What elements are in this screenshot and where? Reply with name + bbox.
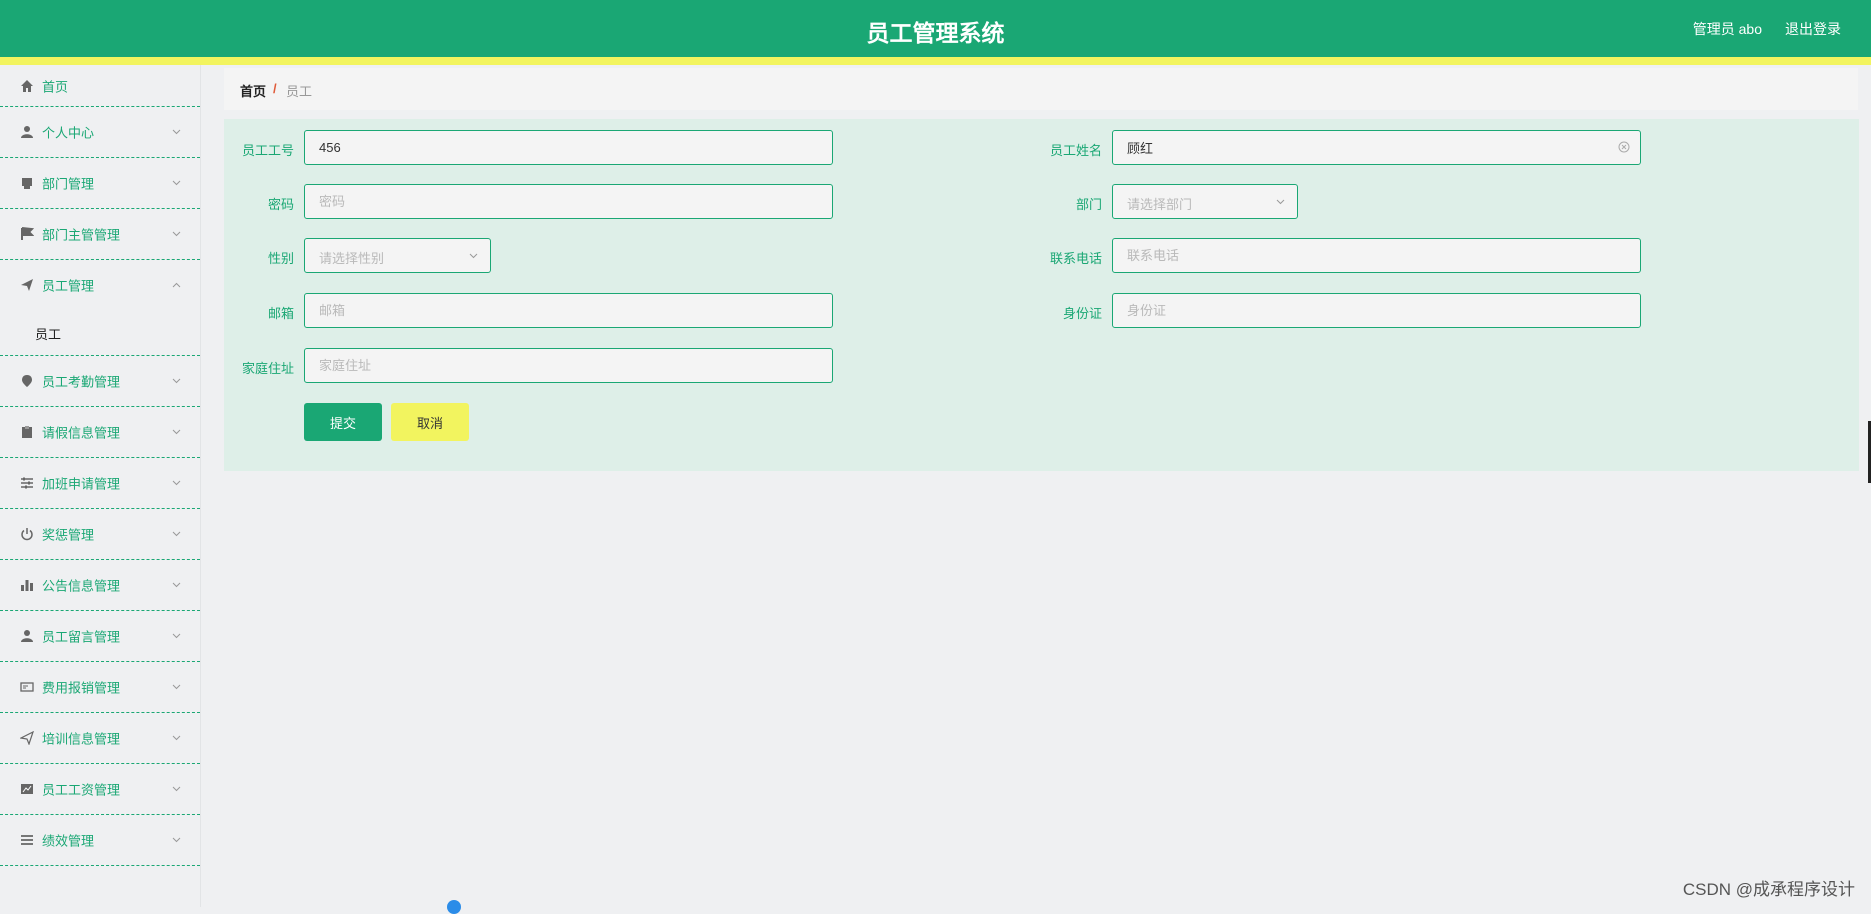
- emp-no-label: 员工工号: [241, 143, 294, 158]
- sidebar-item-rewards[interactable]: 奖惩管理: [0, 509, 200, 560]
- sidebar-item-label: 培训信息管理: [42, 731, 121, 747]
- location-icon: [22, 375, 32, 387]
- sliders-icon: [21, 477, 33, 489]
- sidebar-item-label: 部门管理: [42, 176, 95, 192]
- chevron-down-icon: [172, 582, 181, 588]
- sidebar-item-label: 首页: [42, 79, 69, 94]
- chevron-down-icon: [172, 684, 181, 690]
- password-input[interactable]: [304, 184, 833, 219]
- chevron-down-icon: [172, 378, 181, 384]
- flag-icon: [21, 227, 34, 240]
- breadcrumb-current: 员工: [286, 84, 313, 99]
- top-header: 员工管理系统 管理员 abo 退出登录: [0, 0, 1871, 65]
- power-icon: [21, 528, 33, 541]
- chevron-down-icon: [172, 837, 181, 843]
- sidebar-item-label: 请假信息管理: [42, 425, 121, 441]
- employee-form: 员工工号 员工姓名 密码 部门 请选择部门 性别 请选择性别 联系电话 邮箱 身…: [224, 119, 1859, 471]
- sidebar-item-label: 员工考勤管理: [42, 374, 121, 390]
- sidebar-subitem-employee[interactable]: 员工: [0, 310, 200, 356]
- sidebar-item-overtime[interactable]: 加班申请管理: [0, 458, 200, 509]
- chevron-up-icon: [172, 282, 181, 288]
- gender-select[interactable]: 请选择性别: [304, 238, 491, 273]
- chevron-down-icon: [1276, 199, 1285, 205]
- email-label: 邮箱: [267, 306, 294, 321]
- floating-dot[interactable]: [447, 900, 461, 914]
- sidebar-item-label: 加班申请管理: [42, 476, 121, 492]
- sidebar-item-attendance[interactable]: 员工考勤管理: [0, 356, 200, 407]
- sidebar-item-label: 员工工资管理: [42, 782, 121, 798]
- app-title: 员工管理系统: [866, 20, 1005, 46]
- breadcrumb-separator: /: [273, 81, 277, 96]
- sidebar-item-home[interactable]: 首页: [0, 65, 200, 107]
- sidebar-item-expense[interactable]: 费用报销管理: [0, 662, 200, 713]
- chart-icon: [21, 784, 33, 794]
- sidebar-item-training[interactable]: 培训信息管理: [0, 713, 200, 764]
- id-card-label: 身份证: [1062, 306, 1102, 321]
- department-select-placeholder: 请选择部门: [1127, 197, 1193, 212]
- clear-icon[interactable]: [1618, 141, 1630, 153]
- chevron-down-icon: [172, 633, 181, 639]
- gender-select-placeholder: 请选择性别: [319, 251, 385, 266]
- sidebar-item-department[interactable]: 部门管理: [0, 158, 200, 209]
- current-user: 管理员 abo: [1692, 21, 1762, 37]
- password-label: 密码: [267, 197, 294, 212]
- header-accent-bar: [0, 57, 1871, 65]
- cancel-button[interactable]: 取消: [391, 403, 469, 441]
- user-icon: [21, 630, 33, 642]
- card-icon: [20, 682, 34, 692]
- sidebar-item-label: 绩效管理: [42, 833, 95, 849]
- chevron-down-icon: [172, 231, 181, 237]
- id-card-input[interactable]: [1112, 293, 1641, 328]
- sidebar-item-label: 部门主管管理: [42, 227, 121, 243]
- phone-input[interactable]: [1112, 238, 1641, 273]
- sidebar-item-dept-head[interactable]: 部门主管管理: [0, 209, 200, 260]
- chevron-down-icon: [172, 786, 181, 792]
- chevron-down-icon: [172, 531, 181, 537]
- user-icon: [21, 126, 33, 138]
- sidebar-item-label: 个人中心: [42, 125, 95, 141]
- sidebar: 首页 个人中心 部门管理 部门主管管理 员工管理 员工 员工考勤管理 请假信息管…: [0, 65, 201, 907]
- chevron-down-icon: [469, 253, 478, 259]
- chevron-down-icon: [172, 129, 181, 135]
- chevron-down-icon: [172, 480, 181, 486]
- bar-chart-icon: [21, 580, 33, 591]
- sidebar-item-profile[interactable]: 个人中心: [0, 107, 200, 158]
- sidebar-item-salary[interactable]: 员工工资管理: [0, 764, 200, 815]
- sidebar-item-label: 公告信息管理: [42, 578, 121, 594]
- sidebar-item-leave[interactable]: 请假信息管理: [0, 407, 200, 458]
- emp-name-label: 员工姓名: [1049, 143, 1102, 158]
- address-input[interactable]: [304, 348, 833, 383]
- list-icon: [21, 835, 33, 845]
- address-label: 家庭住址: [241, 361, 294, 376]
- printer-icon: [22, 178, 32, 189]
- sidebar-item-employee-mgmt[interactable]: 员工管理: [0, 260, 200, 310]
- emp-name-input[interactable]: [1112, 130, 1641, 165]
- logout-link[interactable]: 退出登录: [1785, 19, 1841, 39]
- sidebar-item-label: 奖惩管理: [42, 527, 95, 543]
- gender-label: 性别: [267, 251, 294, 266]
- chevron-down-icon: [172, 735, 181, 741]
- send-icon: [21, 279, 33, 291]
- home-icon: [21, 79, 33, 92]
- breadcrumb-home[interactable]: 首页: [240, 81, 266, 100]
- emp-no-input[interactable]: [304, 130, 833, 165]
- watermark: CSDN @成承程序设计: [1682, 880, 1855, 899]
- chevron-down-icon: [172, 180, 181, 186]
- breadcrumb: 首页 / 员工: [224, 68, 1858, 110]
- sidebar-subitem-label: 员工: [35, 327, 62, 342]
- sidebar-item-label: 员工管理: [42, 278, 95, 294]
- paper-plane-icon: [20, 731, 34, 745]
- department-select[interactable]: 请选择部门: [1112, 184, 1298, 219]
- email-input[interactable]: [304, 293, 833, 328]
- sidebar-item-notice[interactable]: 公告信息管理: [0, 560, 200, 611]
- department-label: 部门: [1075, 197, 1102, 212]
- sidebar-item-message[interactable]: 员工留言管理: [0, 611, 200, 662]
- submit-button[interactable]: 提交: [304, 403, 382, 441]
- sidebar-item-label: 费用报销管理: [42, 680, 121, 696]
- phone-label: 联系电话: [1049, 251, 1102, 266]
- sidebar-item-performance[interactable]: 绩效管理: [0, 815, 200, 866]
- clipboard-icon: [22, 426, 32, 438]
- chevron-down-icon: [172, 429, 181, 435]
- sidebar-item-label: 员工留言管理: [42, 629, 121, 645]
